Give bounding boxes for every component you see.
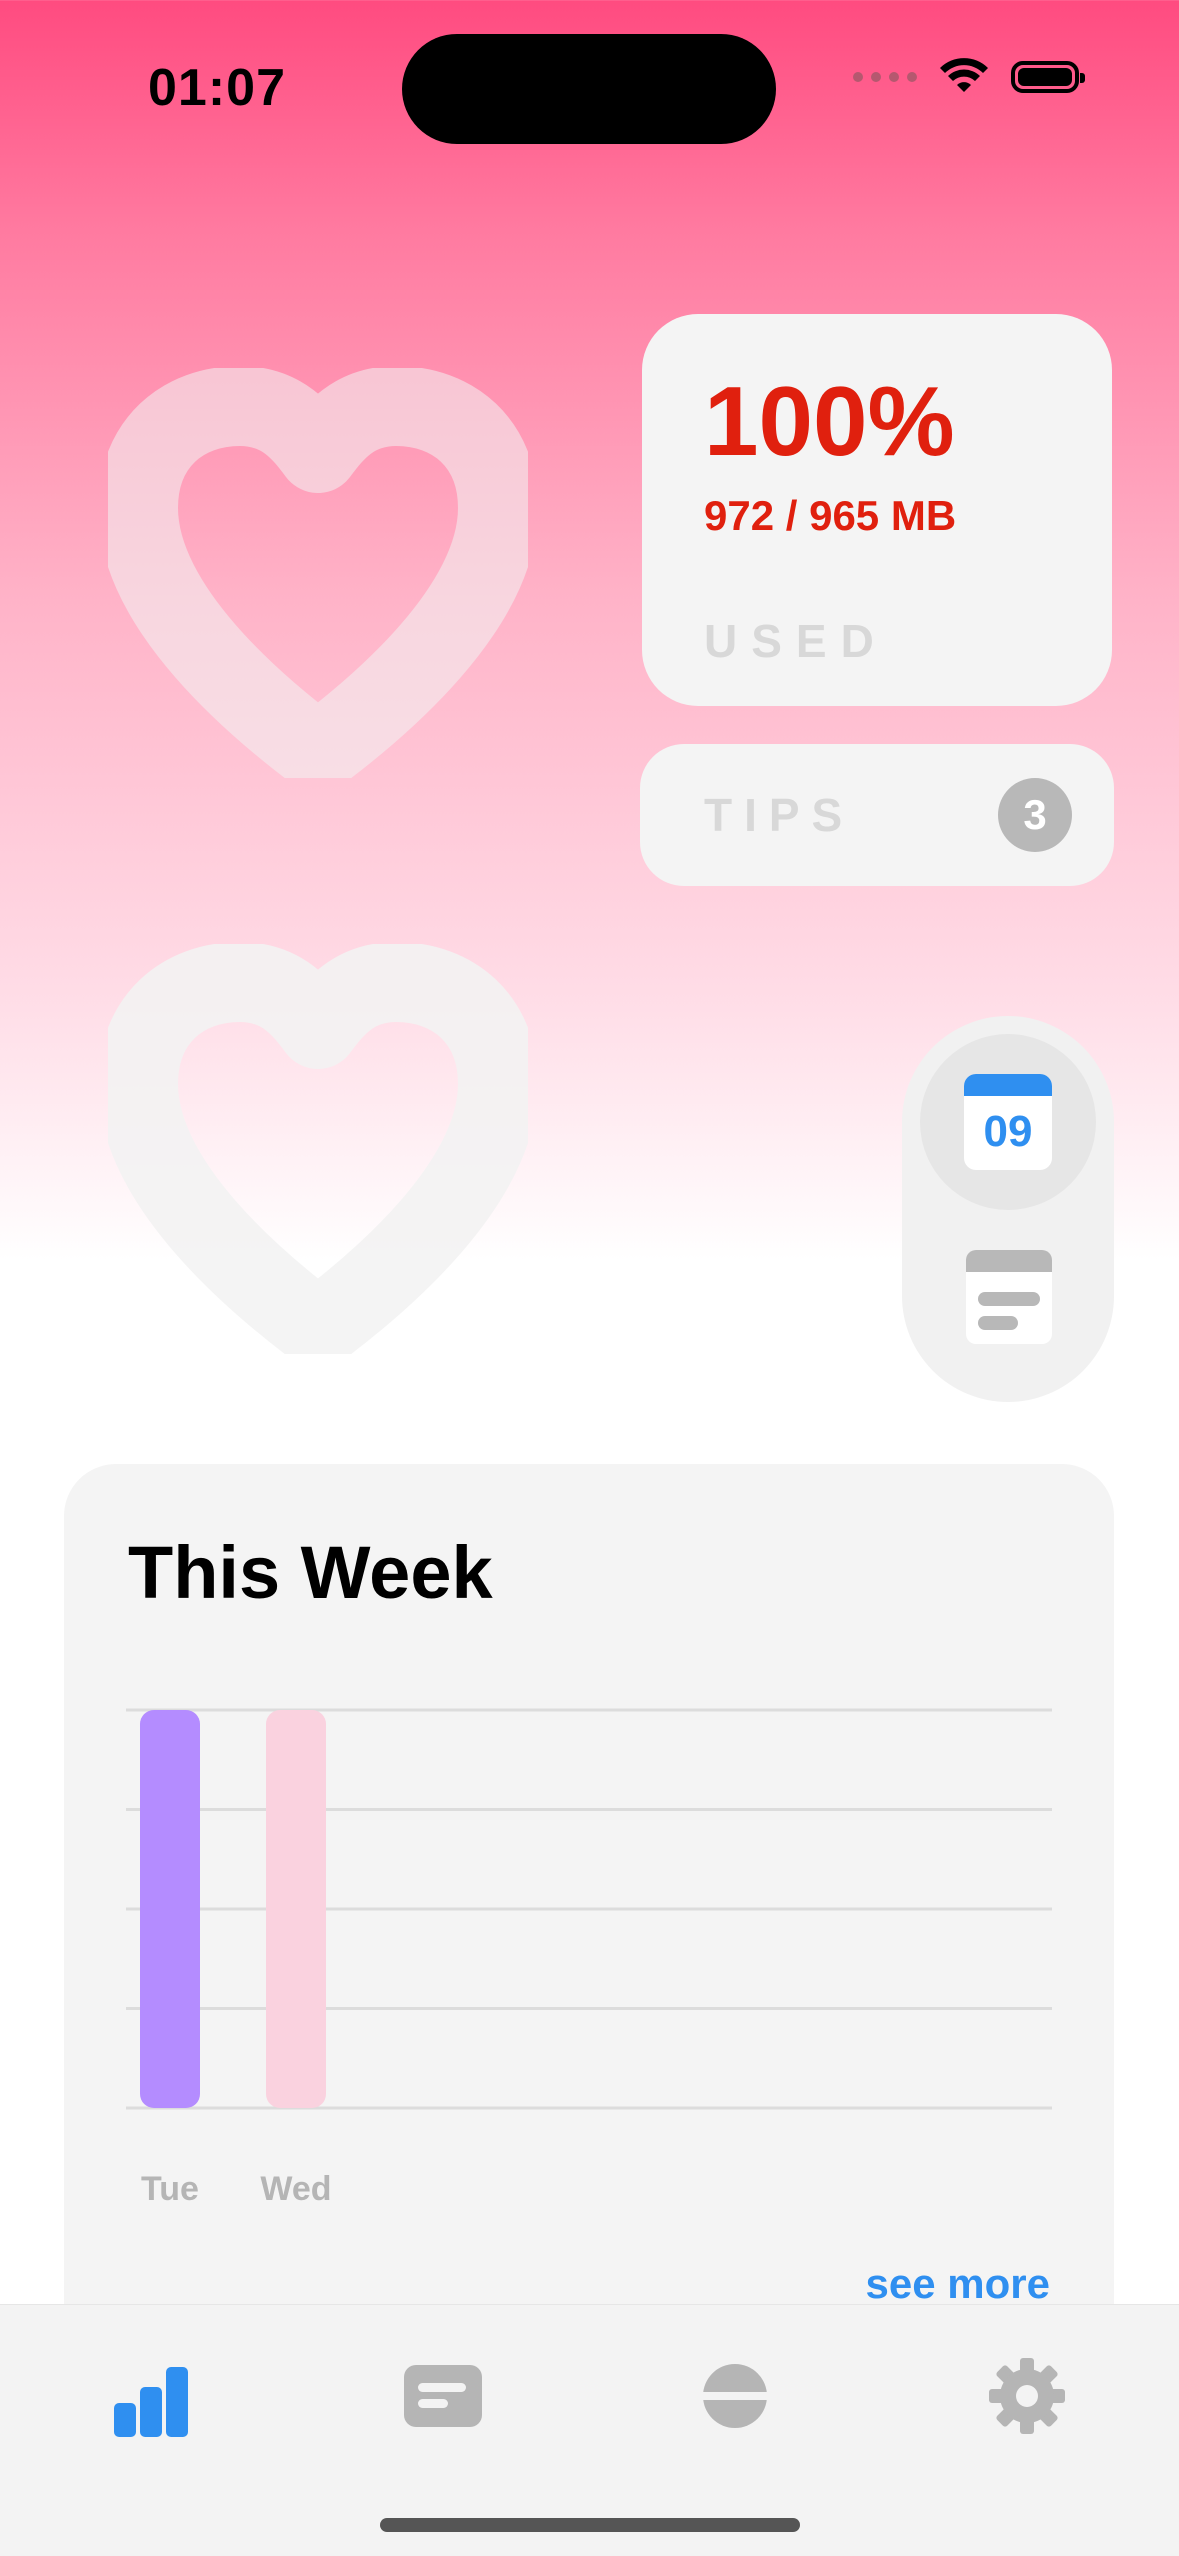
dynamic-island [402,34,776,144]
chart-bar-wed[interactable] [266,1710,326,2108]
status-icons [853,58,1085,96]
cellular-signal-icon [853,72,917,82]
calendar-day: 09 [983,1107,1033,1156]
home-indicator[interactable] [380,2518,800,2532]
see-more-link[interactable]: see more [866,2260,1050,2308]
chart-x-label: Wed [260,2170,332,2208]
this-week-card: This Week see more Tue Wed [64,1464,1114,2384]
status-time: 01:07 [148,59,286,117]
tips-label: TIPS [704,789,855,841]
tips-button[interactable]: TIPS 3 [640,744,1114,886]
quick-actions-pill: 09 [902,1016,1114,1402]
storage-usage-card[interactable]: 100% 972 / 965 MB USED [642,314,1112,706]
battery-icon [1011,61,1085,93]
wifi-icon [940,58,988,92]
week-bar-chart [126,1708,1052,2110]
calendar-icon[interactable]: 09 [964,1074,1052,1170]
chart-bar-tue[interactable] [140,1710,200,2108]
notes-icon[interactable] [398,2351,488,2441]
tips-count-badge: 3 [998,778,1072,852]
notes-icon[interactable] [966,1250,1052,1344]
storage-percent: 100% [704,366,955,476]
card-title: This Week [128,1531,493,1614]
bar-chart-icon[interactable] [106,2351,196,2441]
heart-icon[interactable] [108,368,528,778]
storage-usage-text: 972 / 965 MB [704,492,957,539]
gear-icon[interactable] [982,2351,1072,2441]
capsule-icon[interactable] [690,2351,780,2441]
chart-x-label: Tue [141,2170,199,2208]
heart-icon[interactable] [108,944,528,1354]
storage-used-label: USED [704,615,888,667]
